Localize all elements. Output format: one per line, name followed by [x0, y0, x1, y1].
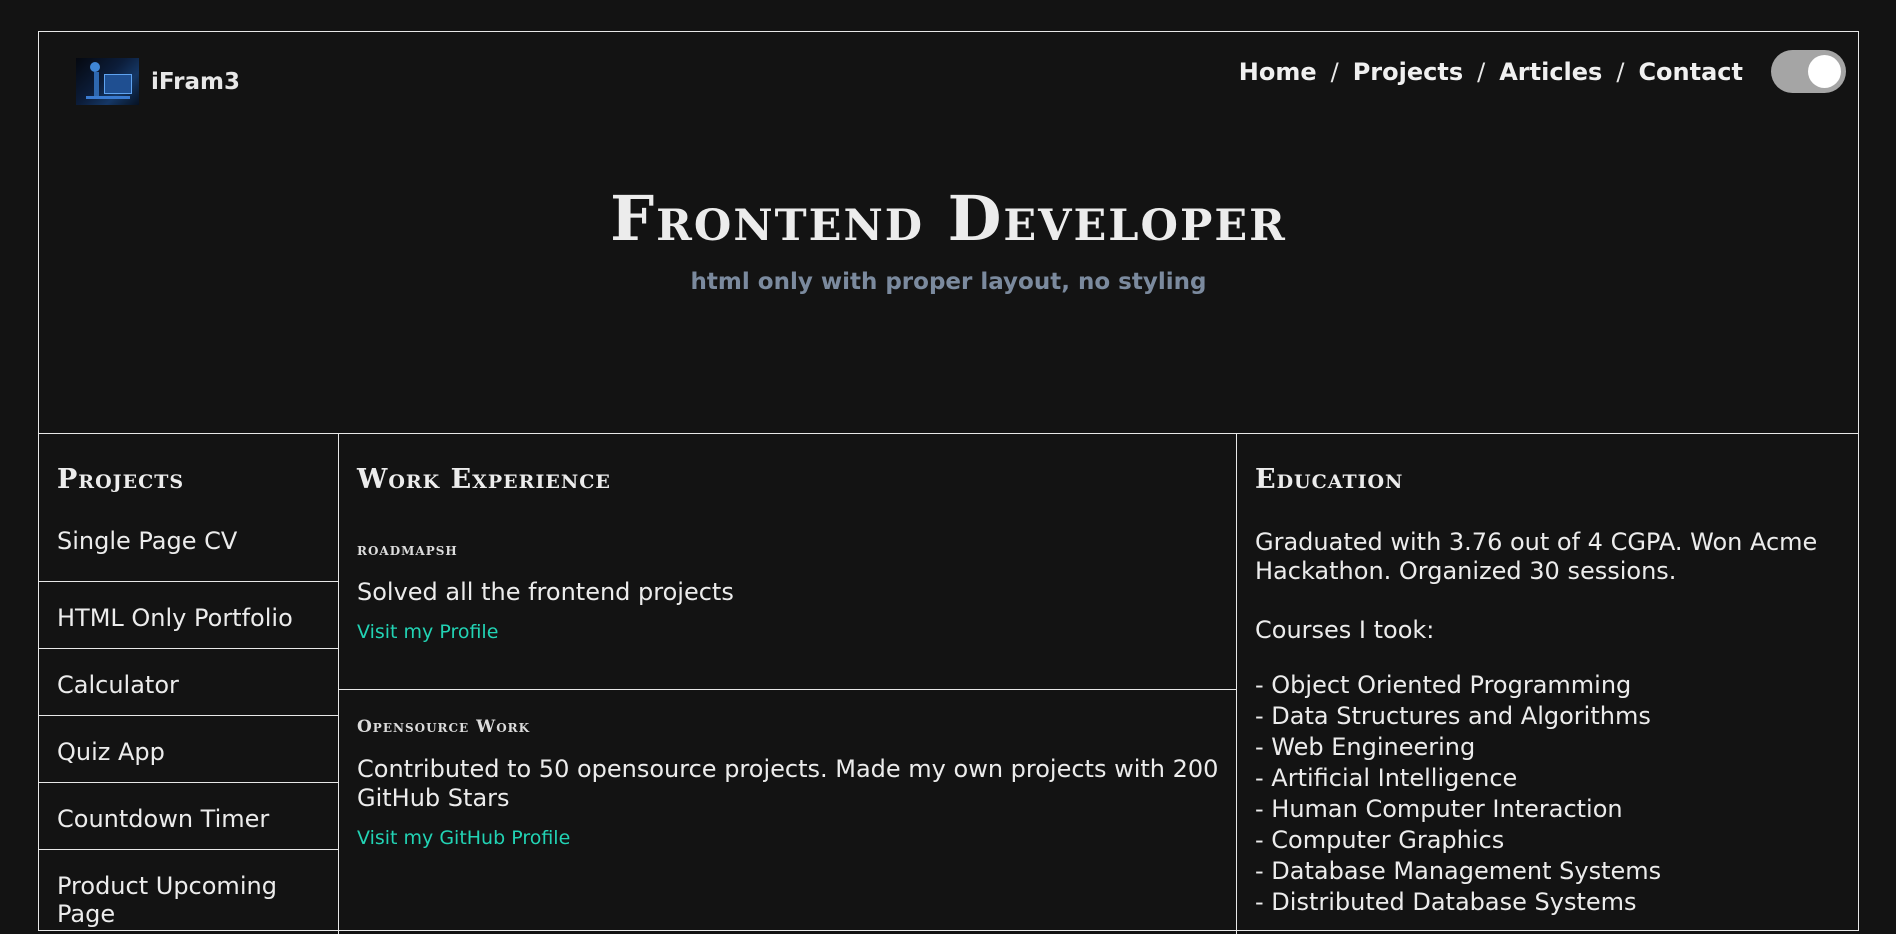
visit-profile-link[interactable]: Visit my Profile — [357, 621, 498, 643]
education-title: Education — [1255, 464, 1404, 495]
nav-separator: / — [1616, 58, 1625, 86]
page-frame: iFram3 Home / Projects / Articles / Cont… — [38, 31, 1859, 934]
content-grid: Projects Single Page CV HTML Only Portfo… — [39, 433, 1858, 934]
work-entry-title: Opensource Work — [357, 717, 531, 737]
projects-list: Single Page CV HTML Only Portfolio Calcu… — [39, 527, 338, 928]
hero-title: Frontend Developer — [610, 182, 1287, 255]
brand-name: iFram3 — [151, 68, 240, 95]
work-entry: roadmapsh Solved all the frontend projec… — [339, 540, 1236, 690]
nav-projects[interactable]: Projects — [1353, 58, 1463, 86]
project-link[interactable]: Quiz App — [57, 738, 165, 766]
projects-title: Projects — [57, 464, 185, 495]
work-entry-description: Contributed to 50 opensource projects. M… — [357, 755, 1219, 812]
work-title: Work Experience — [357, 464, 611, 495]
list-item[interactable]: Countdown Timer — [39, 783, 338, 850]
list-item: - Data Structures and Algorithms — [1255, 702, 1651, 730]
list-item: - Human Computer Interaction — [1255, 795, 1623, 823]
theme-toggle[interactable] — [1771, 50, 1846, 93]
list-item: - Web Engineering — [1255, 733, 1476, 761]
list-item[interactable]: Quiz App — [39, 716, 338, 783]
nav-articles[interactable]: Articles — [1499, 58, 1602, 86]
list-item: - Artificial Intelligence — [1255, 764, 1518, 792]
main-nav: Home / Projects / Articles / Contact — [1239, 58, 1743, 86]
work-entry-title: roadmapsh — [357, 540, 458, 560]
list-item[interactable]: Product Upcoming Page — [39, 850, 338, 928]
project-link[interactable]: Product Upcoming Page — [57, 872, 338, 928]
visit-github-link[interactable]: Visit my GitHub Profile — [357, 827, 570, 849]
project-link[interactable]: Countdown Timer — [57, 805, 269, 833]
hero-subtitle: html only with proper layout, no styling — [690, 269, 1207, 295]
site-header: iFram3 Home / Projects / Articles / Cont… — [39, 32, 1858, 132]
work-entry: Opensource Work Contributed to 50 openso… — [339, 717, 1236, 849]
nav-home[interactable]: Home — [1239, 58, 1317, 86]
courses-label: Courses I took: — [1255, 616, 1435, 644]
nav-separator: / — [1330, 58, 1339, 86]
list-item[interactable]: Single Page CV — [39, 527, 338, 582]
list-item: - Database Management Systems — [1255, 857, 1662, 885]
education-summary: Graduated with 3.76 out of 4 CGPA. Won A… — [1255, 528, 1818, 585]
project-link[interactable]: Calculator — [57, 671, 179, 699]
toggle-knob — [1808, 55, 1841, 88]
nav-separator: / — [1477, 58, 1486, 86]
education-section: Education Graduated with 3.76 out of 4 C… — [1237, 434, 1858, 934]
list-item: - Object Oriented Programming — [1255, 671, 1632, 699]
nav-contact[interactable]: Contact — [1638, 58, 1743, 86]
brand[interactable]: iFram3 — [76, 58, 240, 105]
courses-list: - Object Oriented Programming - Data Str… — [1255, 670, 1835, 918]
list-item[interactable]: Calculator — [39, 649, 338, 716]
list-item: - Computer Graphics — [1255, 826, 1505, 854]
project-link[interactable]: Single Page CV — [57, 527, 237, 555]
list-item[interactable]: HTML Only Portfolio — [39, 582, 338, 649]
education-body: Graduated with 3.76 out of 4 CGPA. Won A… — [1255, 528, 1835, 918]
project-link[interactable]: HTML Only Portfolio — [57, 604, 293, 632]
work-entry-description: Solved all the frontend projects — [357, 578, 734, 606]
list-item: - Distributed Database Systems — [1255, 888, 1637, 916]
work-section: Work Experience roadmapsh Solved all the… — [339, 434, 1237, 934]
projects-section: Projects Single Page CV HTML Only Portfo… — [39, 434, 339, 934]
hero: Frontend Developer html only with proper… — [39, 182, 1858, 295]
avatar — [76, 58, 139, 105]
